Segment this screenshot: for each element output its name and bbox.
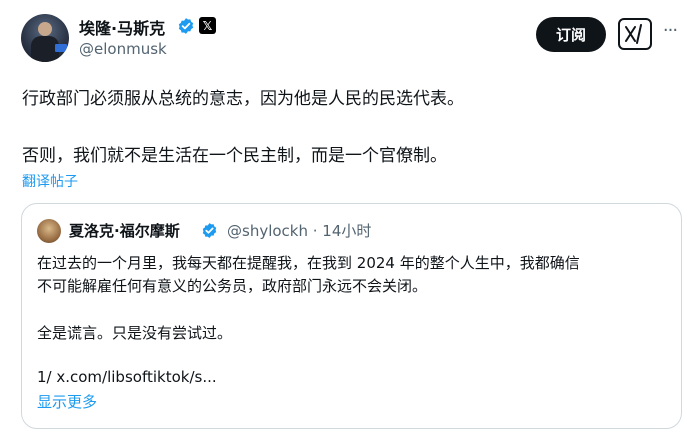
show-more-link[interactable]: 显示更多: [37, 391, 97, 412]
author-avatar[interactable]: [21, 14, 69, 62]
translate-post-link[interactable]: 翻译帖子: [22, 171, 78, 191]
quoted-text-line-2: 不可能解雇任何有意义的公务员，政府部门永远不会关闭。: [37, 277, 428, 295]
quoted-link-line[interactable]: 1/ x.com/libsoftiktok/s...: [37, 368, 217, 386]
post-text-paragraph-2: 否则，我们就不是生活在一个民主制，而是一个官僚制。: [22, 146, 447, 166]
quoted-verified-badge-icon: [202, 223, 217, 238]
quoted-handle-time[interactable]: @shylockh · 14小时: [227, 220, 371, 241]
post-text-paragraph-1: 行政部门必须服从总统的意志，因为他是人民的民选代表。: [22, 89, 464, 109]
verified-badge-icon: [178, 18, 194, 34]
quoted-text-line-1: 在过去的一个月里，我每天都在提醒我，在我到 2024 年的整个人生中，我都确信: [37, 254, 580, 272]
author-name[interactable]: 埃隆·马斯克: [79, 15, 165, 39]
more-options-icon[interactable]: ···: [660, 22, 680, 44]
quoted-author-name[interactable]: 夏洛克·福尔摩斯: [69, 220, 180, 241]
grok-icon[interactable]: [618, 18, 652, 50]
x-logo-icon: 𝕏: [199, 17, 216, 34]
subscribe-button[interactable]: 订阅: [536, 17, 606, 52]
quoted-text-line-3: 全是谎言。只是没有尝试过。: [37, 324, 233, 342]
quoted-author-avatar[interactable]: [37, 219, 61, 243]
grok-glyph-icon: [625, 24, 642, 44]
avatar-figure-head: [38, 22, 52, 36]
avatar-tag: [55, 44, 67, 52]
author-handle[interactable]: @elonmusk: [79, 40, 167, 58]
